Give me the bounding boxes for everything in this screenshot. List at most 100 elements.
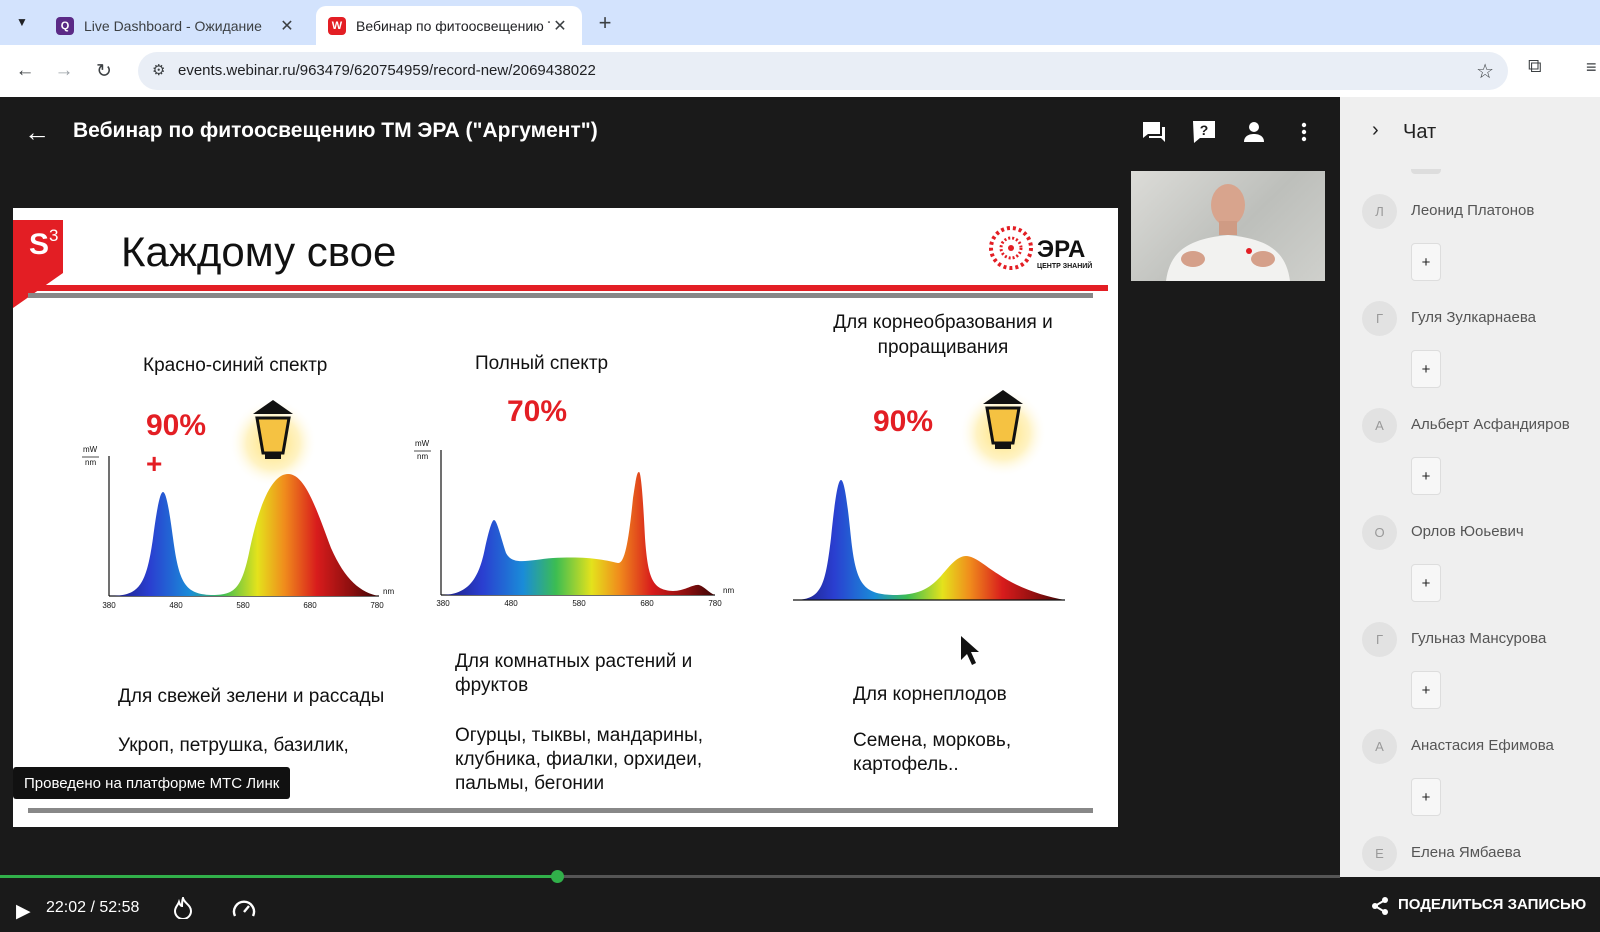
col1-percent: 90% [146, 409, 206, 442]
y-unit-top: mW [415, 439, 430, 448]
avatar: Г [1362, 622, 1397, 657]
lamp-icon [959, 389, 1047, 477]
reaction-button[interactable]: + [1411, 350, 1441, 388]
reaction-button[interactable]: + [1411, 778, 1441, 816]
avatar: А [1362, 729, 1397, 764]
webinar-favicon-icon: W [328, 16, 346, 35]
scrolled-reaction-edge [1411, 169, 1441, 174]
bookmark-star-icon[interactable]: ☆ [1476, 59, 1494, 84]
progress-fill [0, 875, 558, 878]
slide-title: Каждому свое [121, 228, 396, 275]
col2-percent: 70% [507, 395, 567, 428]
tick-label: 380 [102, 601, 116, 610]
message-author: Орлов Юоьевич [1411, 523, 1524, 540]
browser-toolbar: ← → ↻ ⚙ events.webinar.ru/963479/6207549… [0, 45, 1600, 97]
era-logo: ЭРА ЦЕНТР ЗНАНИЙ [989, 226, 1092, 270]
message-author: Анастасия Ефимова [1411, 737, 1554, 754]
col1-caption: Для свежей зелени и рассады [118, 686, 384, 707]
x-unit: nm [723, 586, 734, 595]
speaker-video[interactable] [1131, 171, 1325, 281]
lamp-icon [229, 399, 317, 487]
reaction-button[interactable]: + [1411, 671, 1441, 709]
site-info-icon[interactable]: ⚙ [152, 61, 165, 79]
user-icon[interactable] [1239, 117, 1269, 147]
tick-label: 480 [169, 601, 183, 610]
progress-handle[interactable] [551, 870, 565, 883]
chat-header: › Чат [1340, 97, 1600, 167]
flame-icon[interactable] [173, 894, 193, 924]
back-arrow-icon[interactable]: ← [24, 117, 50, 148]
col3-heading: Для корнеобразования и проращивания [833, 312, 1053, 358]
playback-time: 22:02 / 52:58 [46, 899, 140, 916]
chat-title: Чат [1403, 121, 1437, 143]
chat-icon[interactable] [1139, 117, 1169, 147]
y-unit-bottom: nm [417, 452, 428, 461]
s3-logo-letter: S [29, 228, 49, 261]
svg-text:?: ? [1200, 122, 1209, 138]
avatar: Г [1362, 301, 1397, 336]
col3-caption: Для корнеплодов [853, 684, 1007, 705]
browser-tab-strip: ▼ Q Live Dashboard - Ожидание ✕ W Вебина… [0, 0, 1600, 45]
tick-label: 680 [303, 601, 317, 610]
reload-icon[interactable]: ↻ [89, 56, 119, 86]
tick-label: 780 [370, 601, 384, 610]
reaction-button[interactable]: + [1411, 243, 1441, 281]
s3-logo-sup: 3 [49, 226, 58, 245]
webinar-player: ← Вебинар по фитоосвещению ТМ ЭРА ("Аргу… [0, 97, 1340, 932]
share-recording-button[interactable]: ПОДЕЛИТЬСЯ ЗАПИСЬЮ [1340, 877, 1600, 932]
more-vertical-icon[interactable] [1289, 117, 1319, 147]
header-gray-line [28, 293, 1093, 298]
close-icon[interactable]: ✕ [277, 16, 297, 36]
platform-badge: Проведено на платформе МТС Линк [13, 767, 291, 799]
tab-live-dashboard[interactable]: Q Live Dashboard - Ожидание ✕ [44, 6, 309, 45]
reaction-button[interactable]: + [1411, 457, 1441, 495]
col1-examples: Укроп, петрушка, базилик, [118, 735, 349, 756]
back-arrow-icon[interactable]: ← [10, 56, 40, 86]
new-tab-plus-icon[interactable]: + [592, 10, 618, 36]
browser-menu-icon[interactable]: ≡ [1586, 57, 1597, 78]
col1-heading: Красно-синий спектр [143, 355, 327, 376]
play-icon[interactable]: ▶ [16, 900, 31, 923]
dashboard-favicon-icon: Q [56, 16, 74, 35]
col2-heading: Полный спектр [475, 353, 608, 374]
col3-examples: Семена, морковь, картофель.. [853, 730, 1012, 775]
tick-label: 580 [236, 601, 250, 610]
tab-title: Live Dashboard - Ожидание [84, 17, 262, 34]
speedometer-icon[interactable] [232, 897, 256, 924]
share-label: ПОДЕЛИТЬСЯ ЗАПИСЬЮ [1398, 896, 1587, 913]
extensions-icon[interactable]: ⧉ [1528, 56, 1542, 78]
header-red-line [28, 285, 1108, 291]
tab-webinar[interactable]: W Вебинар по фитоосвещению ТМ ЭРА ✕ [316, 6, 582, 45]
question-icon[interactable]: ? [1189, 117, 1219, 147]
presentation-slide: S 3 Каждому свое ЭРА ЦЕНТР ЗНАНИЙ Красно… [13, 208, 1118, 827]
close-icon[interactable]: ✕ [550, 16, 570, 36]
y-unit-top: mW [83, 445, 98, 454]
message-author: Гуля Зулкарнаева [1411, 309, 1537, 326]
url-text[interactable]: events.webinar.ru/963479/620754959/recor… [178, 62, 596, 79]
reaction-button[interactable]: + [1411, 564, 1441, 602]
brand-subtitle: ЦЕНТР ЗНАНИЙ [1037, 261, 1092, 270]
tab-search-icon[interactable]: ▼ [8, 8, 36, 36]
share-icon [1370, 896, 1390, 921]
address-bar[interactable]: ⚙ events.webinar.ru/963479/620754959/rec… [138, 52, 1508, 90]
chart2-spectrum-area [441, 472, 715, 595]
message-author: Елена Ямбаева [1411, 844, 1521, 861]
forward-arrow-icon[interactable]: → [49, 56, 79, 86]
webinar-title: Вебинар по фитоосвещению ТМ ЭРА ("Аргуме… [73, 119, 598, 142]
col2-examples: Огурцы, тыквы, мандарины, клубника, фиал… [455, 725, 704, 794]
chevron-right-icon[interactable]: › [1372, 119, 1379, 142]
message-author: Леонид Платонов [1411, 202, 1535, 219]
avatar: А [1362, 408, 1397, 443]
chat-panel: › Чат Л Леонид Платонов + Г Гуля Зулкарн… [1340, 97, 1600, 932]
avatar: Е [1362, 836, 1397, 871]
footer-gray-line [28, 808, 1093, 813]
tick-label: 780 [708, 599, 722, 608]
brand-name: ЭРА [1037, 236, 1085, 263]
tick-label: 680 [640, 599, 654, 608]
x-unit: nm [383, 587, 394, 596]
message-author: Альберт Асфандияров [1411, 416, 1570, 433]
tick-label: 480 [504, 599, 518, 608]
chart1-spectrum-area [109, 474, 379, 596]
col3-percent: 90% [873, 405, 933, 438]
avatar: Л [1362, 194, 1397, 229]
